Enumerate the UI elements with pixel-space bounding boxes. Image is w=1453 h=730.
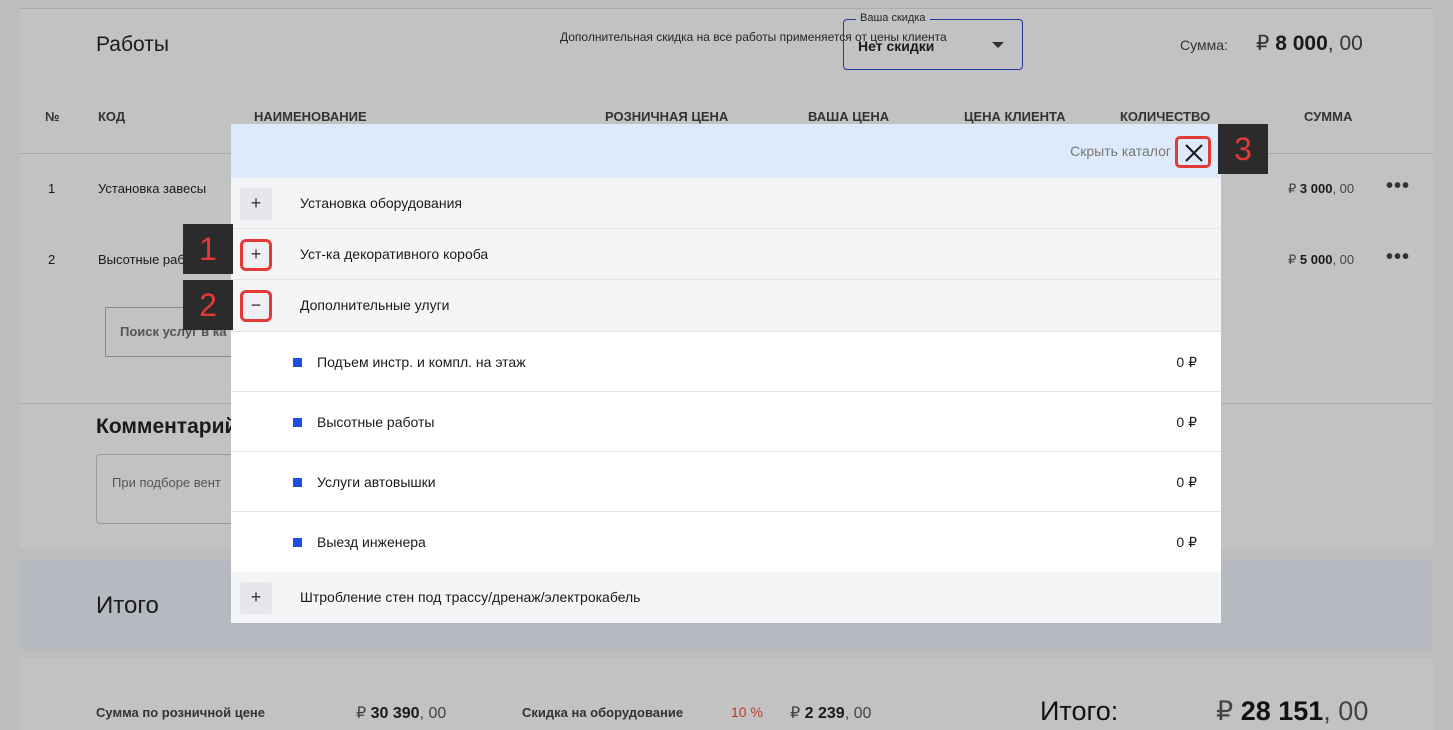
- service-price: 0 ₽: [1176, 474, 1197, 490]
- equip-discount-label: Скидка на оборудование: [522, 705, 684, 720]
- grand-total-value: ₽ 28 151, 00: [1216, 696, 1369, 726]
- col-header-num: №: [45, 109, 60, 124]
- annotation-marker-1: 1: [183, 224, 233, 274]
- catalog-category[interactable]: + Штробление стен под трассу/дренаж/элек…: [231, 572, 1221, 623]
- expand-icon[interactable]: +: [240, 239, 272, 271]
- expand-icon[interactable]: +: [240, 188, 272, 220]
- retail-sum-value: ₽ 30 390, 00: [356, 705, 447, 722]
- col-header-name: НАИМЕНОВАНИЕ: [254, 109, 367, 124]
- equip-discount-percent: 10 %: [731, 704, 763, 720]
- service-price: 0 ₽: [1176, 534, 1197, 550]
- service-label: Выезд инженера: [317, 534, 426, 550]
- catalog-category[interactable]: − Дополнительные улуги: [231, 280, 1221, 332]
- row-sum: ₽ 5 000, 00: [1288, 252, 1355, 267]
- grand-total-label: Итого:: [1040, 696, 1119, 726]
- row-num: 1: [48, 181, 56, 196]
- category-label: Уст-ка декоративного короба: [300, 246, 489, 262]
- catalog-category[interactable]: + Установка оборудования: [231, 178, 1221, 229]
- catalog-modal: Скрыть каталог + Установка оборудования …: [231, 124, 1221, 623]
- row-sum: ₽ 3 000, 00: [1288, 181, 1355, 196]
- collapse-icon[interactable]: −: [240, 290, 272, 322]
- close-catalog-button[interactable]: [1175, 136, 1211, 168]
- category-label: Дополнительные улуги: [300, 297, 450, 313]
- col-header-retail-price: РОЗНИЧНАЯ ЦЕНА: [605, 109, 729, 124]
- more-icon[interactable]: •••: [1386, 175, 1410, 198]
- annotation-marker-3: 3: [1218, 124, 1268, 174]
- bullet-icon: [293, 358, 302, 367]
- bullet-icon: [293, 538, 302, 547]
- col-header-code: КОД: [98, 109, 126, 124]
- catalog-header: Скрыть каталог: [231, 124, 1221, 178]
- col-header-client-price: ЦЕНА КЛИЕНТА: [964, 109, 1066, 124]
- col-header-your-price: ВАША ЦЕНА: [808, 109, 890, 124]
- service-label: Высотные работы: [317, 414, 435, 430]
- row-name: Установка завесы: [98, 181, 207, 196]
- totals-section: Сумма по розничной цене ₽ 30 390, 00 Ски…: [20, 658, 1433, 730]
- discount-note: Дополнительная скидка на все работы прим…: [560, 30, 947, 44]
- discount-legend: Ваша скидка: [856, 12, 930, 24]
- hide-catalog-label[interactable]: Скрыть каталог: [1070, 143, 1171, 159]
- discount-value: Нет скидки: [858, 38, 935, 54]
- catalog-service-item[interactable]: Высотные работы 0 ₽: [231, 392, 1221, 452]
- col-header-quantity: КОЛИЧЕСТВО: [1120, 109, 1211, 124]
- catalog-service-item[interactable]: Подъем инстр. и компл. на этаж 0 ₽: [231, 332, 1221, 392]
- service-price: 0 ₽: [1176, 354, 1197, 370]
- service-label: Подъем инстр. и компл. на этаж: [317, 354, 526, 370]
- row-num: 2: [48, 252, 56, 267]
- works-title: Работы: [96, 33, 169, 56]
- itogo-title: Итого: [96, 592, 159, 619]
- service-price: 0 ₽: [1176, 414, 1197, 430]
- col-header-sum: СУММА: [1304, 109, 1353, 124]
- service-label: Услуги автовышки: [317, 474, 436, 490]
- chevron-down-icon: [992, 42, 1004, 48]
- discount-select[interactable]: Ваша скидка Нет скидки: [843, 12, 1023, 70]
- category-label: Установка оборудования: [300, 195, 462, 211]
- annotation-marker-2: 2: [183, 280, 233, 330]
- sum-value: ₽ 8 000, 00: [1256, 32, 1363, 55]
- expand-icon[interactable]: +: [240, 582, 272, 614]
- comment-placeholder: При подборе вент: [112, 475, 221, 490]
- retail-sum-label: Сумма по розничной цене: [96, 705, 266, 720]
- more-icon[interactable]: •••: [1386, 246, 1410, 269]
- sum-label: Сумма:: [1180, 37, 1228, 53]
- catalog-category[interactable]: + Уст-ка декоративного короба: [231, 229, 1221, 280]
- comment-title: Комментарий: [96, 415, 238, 438]
- close-icon: [1185, 144, 1203, 162]
- bullet-icon: [293, 478, 302, 487]
- equip-discount-value: ₽ 2 239, 00: [790, 705, 872, 722]
- bullet-icon: [293, 418, 302, 427]
- catalog-service-item[interactable]: Выезд инженера 0 ₽: [231, 512, 1221, 572]
- catalog-service-item[interactable]: Услуги автовышки 0 ₽: [231, 452, 1221, 512]
- category-label: Штробление стен под трассу/дренаж/электр…: [300, 589, 641, 605]
